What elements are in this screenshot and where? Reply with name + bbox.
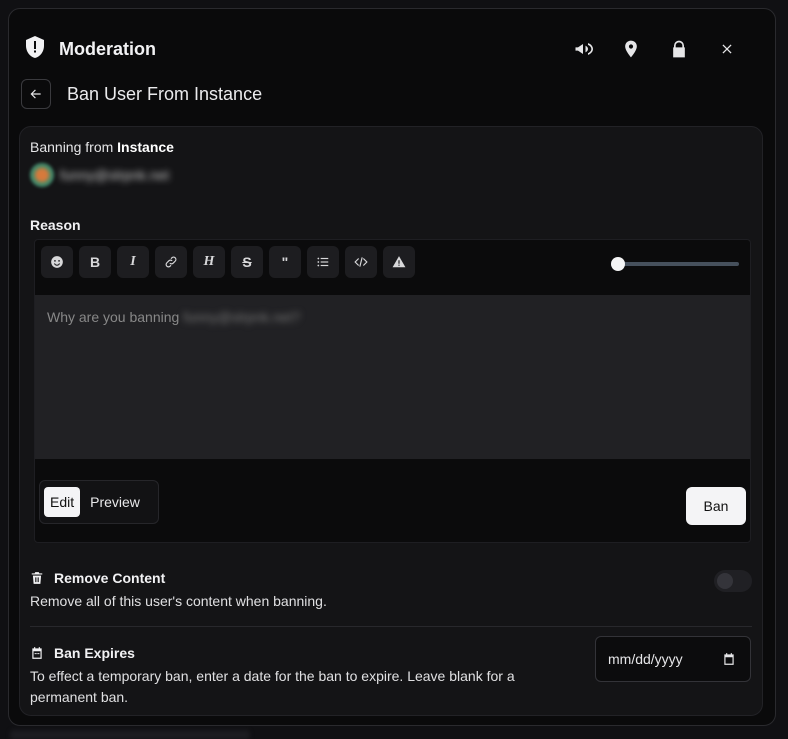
- placeholder-prefix: Why are you banning: [47, 309, 180, 325]
- location-button[interactable]: [607, 33, 655, 65]
- map-pin-icon: [625, 40, 637, 58]
- page-title: Ban User From Instance: [67, 83, 263, 104]
- spoiler-button[interactable]: [383, 246, 415, 278]
- date-placeholder: mm/dd/yyyy: [608, 651, 683, 667]
- remove-content-title: Remove Content: [30, 570, 165, 586]
- editor-tabs: Edit Preview: [39, 480, 159, 524]
- close-button[interactable]: [703, 33, 751, 65]
- close-icon: [722, 44, 732, 54]
- avatar: [30, 163, 54, 187]
- reason-editor: B I H S " Why are you banning funny@slrp…: [34, 239, 751, 543]
- banning-scope: Instance: [117, 139, 174, 155]
- megaphone-icon: [575, 43, 593, 55]
- code-button[interactable]: [345, 246, 377, 278]
- quote-button[interactable]: ": [269, 246, 301, 278]
- divider: [30, 626, 752, 627]
- shield-icon: [23, 35, 47, 64]
- banning-from-label: Banning from Instance: [30, 139, 174, 155]
- ban-button[interactable]: Ban: [686, 487, 746, 525]
- lock-button[interactable]: [655, 33, 703, 65]
- header-actions: [559, 33, 751, 65]
- toggle-knob: [717, 573, 733, 589]
- subheader: Ban User From Instance: [21, 79, 262, 109]
- list-icon: [317, 257, 329, 267]
- banning-from-prefix: Banning from: [30, 139, 114, 155]
- emoji-icon: [51, 256, 63, 268]
- slider-track: [617, 262, 739, 266]
- ban-expires-title: Ban Expires: [30, 645, 135, 661]
- reason-label: Reason: [30, 217, 81, 233]
- remove-content-label: Remove Content: [54, 570, 166, 586]
- warning-icon: [392, 256, 406, 268]
- bold-button[interactable]: B: [79, 246, 111, 278]
- back-button[interactable]: [21, 79, 51, 109]
- trash-icon: [31, 572, 43, 584]
- link-button[interactable]: [155, 246, 187, 278]
- announcement-button[interactable]: [559, 33, 607, 65]
- modal-title: Moderation: [59, 38, 156, 59]
- moderation-modal: Moderation Ban User From Instance Bannin…: [8, 8, 776, 726]
- list-button[interactable]: [307, 246, 339, 278]
- strikethrough-button[interactable]: S: [231, 246, 263, 278]
- lock-icon: [673, 40, 685, 58]
- modal-header: Moderation: [23, 31, 761, 67]
- ban-expires-date-input[interactable]: mm/dd/yyyy: [595, 636, 751, 682]
- emoji-button[interactable]: [41, 246, 73, 278]
- calendar-icon: [32, 647, 42, 659]
- remove-content-description: Remove all of this user's content when b…: [30, 593, 327, 609]
- backdrop-row: [10, 730, 250, 739]
- link-icon: [165, 256, 177, 268]
- italic-button[interactable]: I: [117, 246, 149, 278]
- text-size-slider[interactable]: [611, 254, 739, 274]
- tab-preview[interactable]: Preview: [84, 487, 146, 517]
- ban-expires-description: To effect a temporary ban, enter a date …: [30, 668, 515, 705]
- remove-content-toggle[interactable]: [714, 570, 752, 592]
- calendar-picker-icon[interactable]: [722, 652, 736, 666]
- target-user[interactable]: funny@slrpnk.net: [30, 163, 169, 187]
- slider-thumb[interactable]: [611, 257, 625, 271]
- tab-edit[interactable]: Edit: [44, 487, 81, 517]
- ban-expires-label: Ban Expires: [54, 645, 135, 661]
- editor-toolbar: B I H S ": [41, 246, 415, 278]
- header-button[interactable]: H: [193, 246, 225, 278]
- code-icon: [354, 257, 368, 267]
- placeholder-user: funny@slrpnk.net?: [183, 309, 301, 325]
- reason-textarea[interactable]: Why are you banning funny@slrpnk.net?: [35, 295, 750, 459]
- ban-form-card: Banning from Instance funny@slrpnk.net R…: [19, 126, 763, 716]
- target-username: funny@slrpnk.net: [60, 167, 170, 183]
- arrow-left-icon: [30, 89, 41, 99]
